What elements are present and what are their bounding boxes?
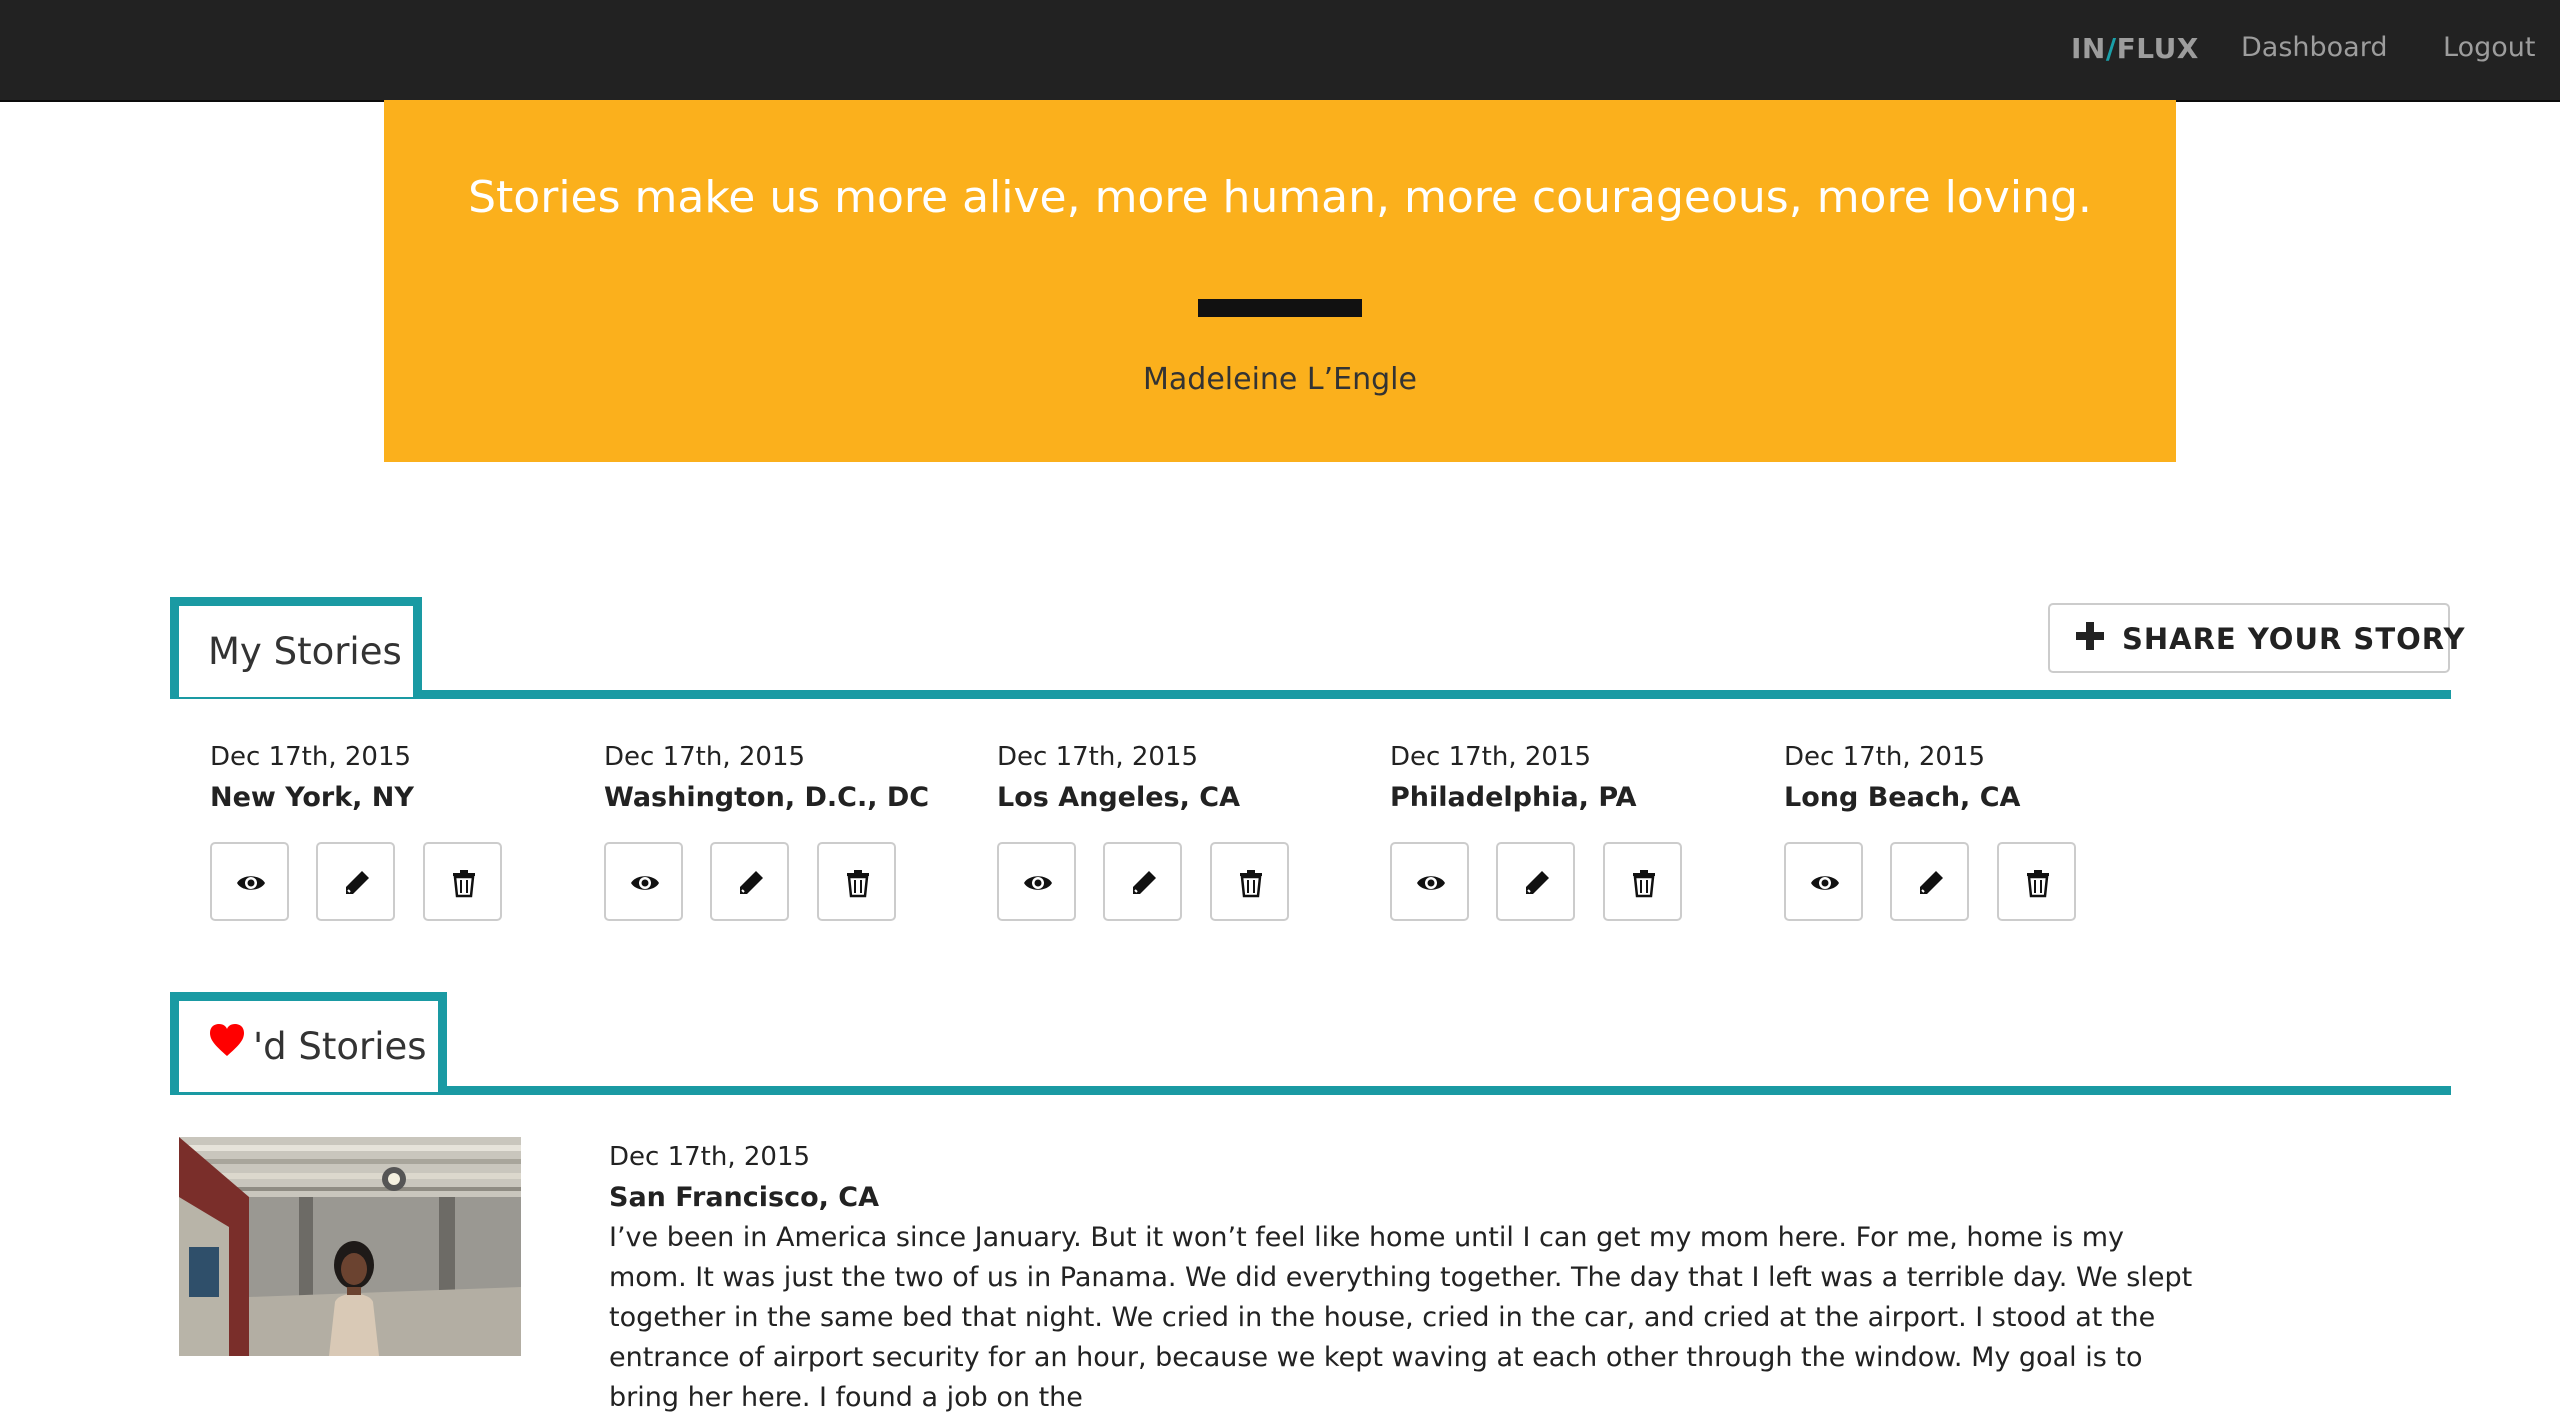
- plus-icon: [2076, 622, 2104, 650]
- eye-icon: [1024, 876, 1052, 890]
- delete-story-button[interactable]: [1997, 842, 2076, 921]
- quote-author: Madeleine L’Engle: [1143, 362, 1417, 397]
- my-story-card: Dec 17th, 2015 Los Angeles, CA: [997, 742, 1337, 922]
- eye-icon: [237, 876, 265, 890]
- share-your-story-button[interactable]: SHARE YOUR STORY: [2048, 603, 2465, 673]
- my-stories-heading-tab: My Stories: [170, 597, 422, 697]
- quote-banner: Stories make us more alive, more human, …: [384, 100, 2176, 462]
- story-location: Long Beach, CA: [1784, 782, 2021, 813]
- edit-story-button[interactable]: [1890, 842, 1969, 921]
- nav-dashboard-link[interactable]: Dashboard: [2241, 32, 2387, 63]
- edit-story-button[interactable]: [316, 842, 395, 921]
- liked-story-date: Dec 17th, 2015: [609, 1142, 811, 1172]
- my-story-card: Dec 17th, 2015 Philadelphia, PA: [1390, 742, 1730, 922]
- nav-logout-link[interactable]: Logout: [2443, 32, 2535, 63]
- view-story-button[interactable]: [1784, 842, 1863, 921]
- brand-flux: FLUX: [2116, 32, 2199, 65]
- view-story-button[interactable]: [1390, 842, 1469, 921]
- story-location: Los Angeles, CA: [997, 782, 1240, 813]
- brand-in: IN: [2071, 32, 2106, 65]
- story-date: Dec 17th, 2015: [1784, 742, 1986, 772]
- liked-story-photo[interactable]: [179, 1137, 521, 1356]
- trash-icon: [453, 870, 475, 898]
- brand-slash: /: [2105, 32, 2117, 65]
- edit-story-button[interactable]: [1103, 842, 1182, 921]
- pencil-icon: [740, 871, 763, 894]
- delete-story-button[interactable]: [423, 842, 502, 921]
- story-location: Philadelphia, PA: [1390, 782, 1637, 813]
- edit-story-button[interactable]: [1496, 842, 1575, 921]
- liked-stories-rule: [170, 1086, 2451, 1095]
- story-date: Dec 17th, 2015: [997, 742, 1199, 772]
- my-stories-rule: [170, 690, 2451, 699]
- delete-story-button[interactable]: [1210, 842, 1289, 921]
- my-story-card: Dec 17th, 2015 New York, NY: [210, 742, 550, 922]
- share-your-story-label: SHARE YOUR STORY: [2122, 622, 2466, 656]
- pencil-icon: [1920, 871, 1943, 894]
- eye-icon: [631, 876, 659, 890]
- view-story-button[interactable]: [604, 842, 683, 921]
- liked-stories-title: 'd Stories: [253, 1025, 427, 1068]
- trash-icon: [1633, 870, 1655, 898]
- story-date: Dec 17th, 2015: [604, 742, 806, 772]
- top-navbar: IN/FLUX Dashboard Logout: [0, 0, 2560, 102]
- quote-divider: [1198, 299, 1362, 317]
- subway-photo-image: [179, 1137, 521, 1356]
- heart-icon: [210, 1024, 244, 1056]
- edit-story-button[interactable]: [710, 842, 789, 921]
- view-story-button[interactable]: [210, 842, 289, 921]
- story-date: Dec 17th, 2015: [1390, 742, 1592, 772]
- delete-story-button[interactable]: [817, 842, 896, 921]
- story-location: New York, NY: [210, 782, 414, 813]
- pencil-icon: [1133, 871, 1156, 894]
- trash-icon: [1240, 870, 1262, 898]
- pencil-icon: [346, 871, 369, 894]
- my-story-card: Dec 17th, 2015 Washington, D.C., DC: [604, 742, 944, 922]
- trash-icon: [847, 870, 869, 898]
- trash-icon: [2027, 870, 2049, 898]
- liked-stories-heading-tab: 'd Stories: [170, 992, 447, 1092]
- my-stories-title: My Stories: [208, 630, 402, 673]
- liked-story-body: I’ve been in America since January. But …: [609, 1222, 2193, 1413]
- brand-logo-link[interactable]: IN/FLUX: [2071, 32, 2199, 65]
- eye-icon: [1811, 876, 1839, 890]
- my-story-card: Dec 17th, 2015 Long Beach, CA: [1784, 742, 2124, 922]
- quote-text: Stories make us more alive, more human, …: [468, 172, 2092, 223]
- liked-story-location: San Francisco, CA: [609, 1182, 880, 1213]
- story-date: Dec 17th, 2015: [210, 742, 412, 772]
- delete-story-button[interactable]: [1603, 842, 1682, 921]
- eye-icon: [1417, 876, 1445, 890]
- pencil-icon: [1526, 871, 1549, 894]
- view-story-button[interactable]: [997, 842, 1076, 921]
- story-location: Washington, D.C., DC: [604, 782, 930, 813]
